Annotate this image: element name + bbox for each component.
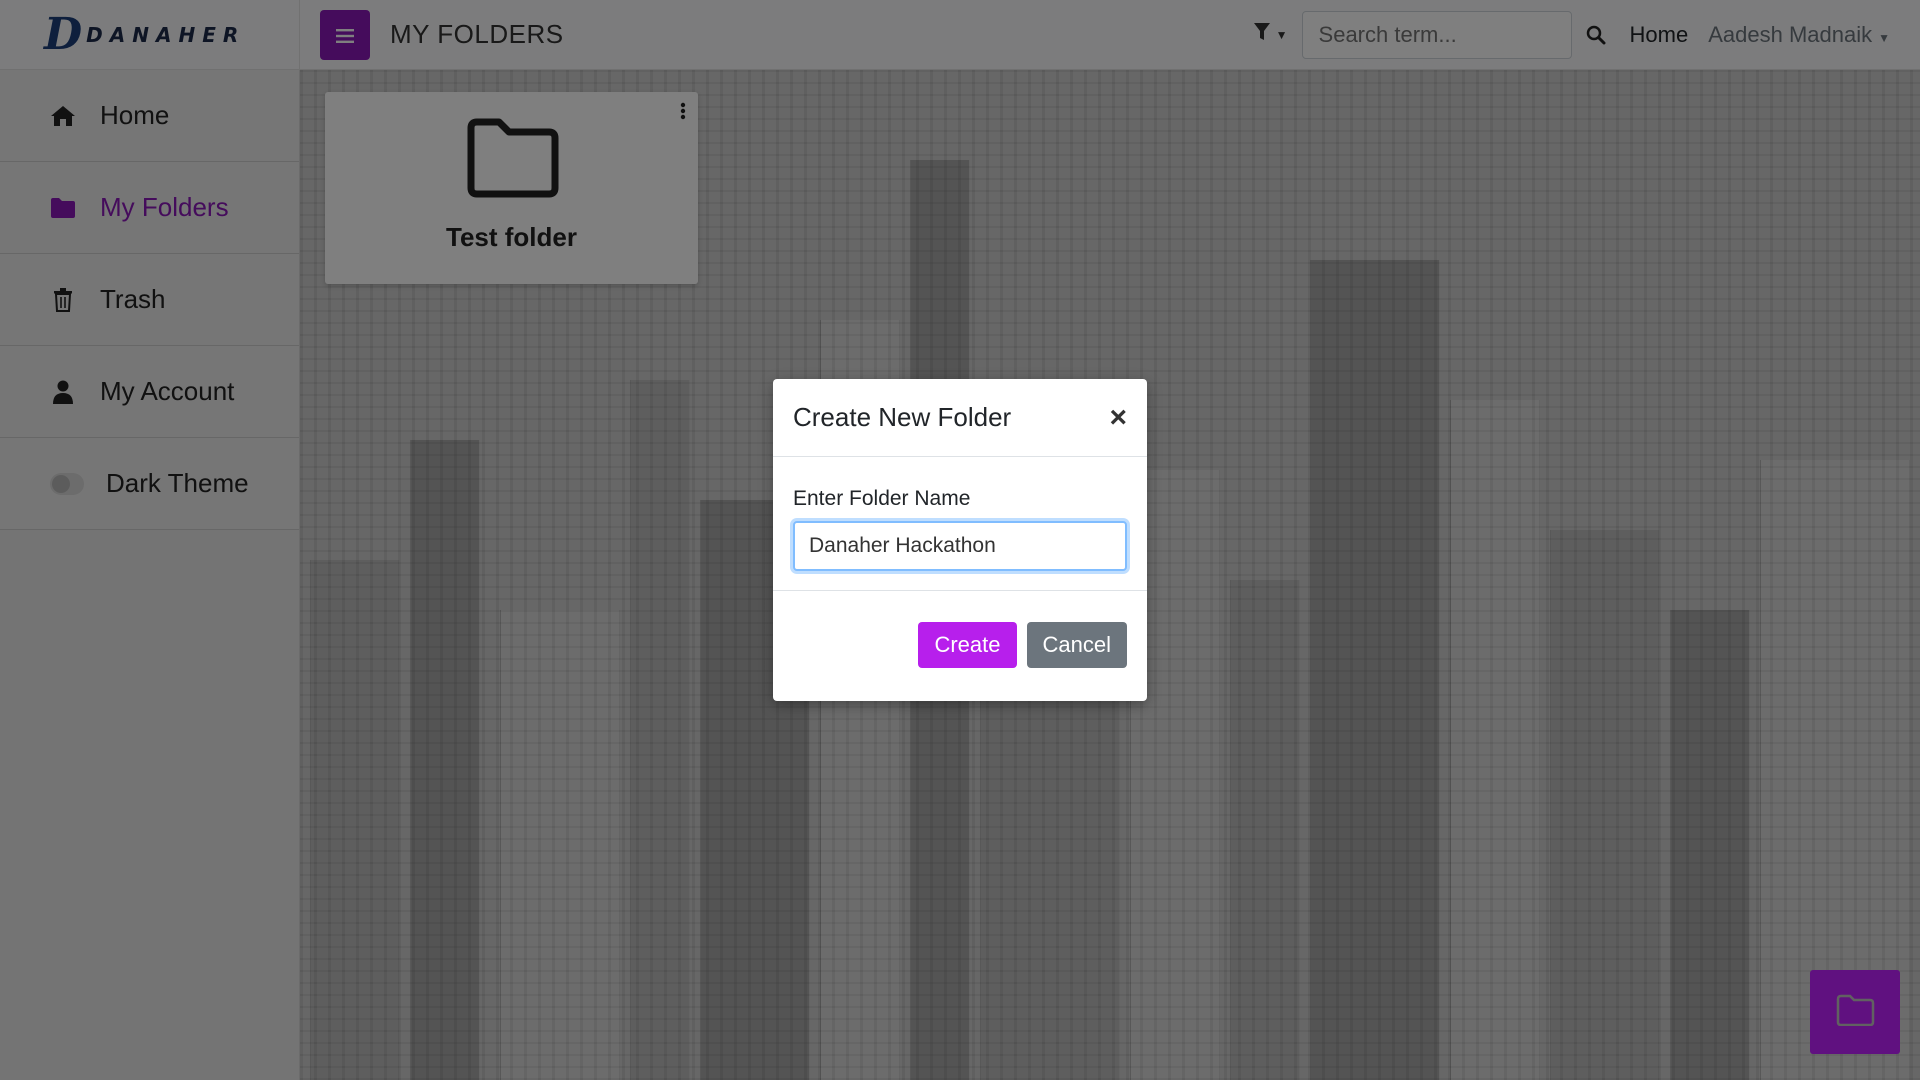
- modal-header: Create New Folder ×: [773, 379, 1147, 457]
- cancel-button[interactable]: Cancel: [1026, 622, 1127, 668]
- fab-dim: [1810, 970, 1900, 1054]
- modal-body: Enter Folder Name: [773, 457, 1147, 591]
- create-button[interactable]: Create: [918, 622, 1017, 668]
- create-folder-modal: Create New Folder × Enter Folder Name Cr…: [773, 379, 1147, 701]
- modal-title: Create New Folder: [793, 402, 1012, 432]
- close-icon[interactable]: ×: [1109, 402, 1127, 433]
- modal-footer: Create Cancel: [773, 591, 1147, 699]
- folder-name-input[interactable]: [793, 521, 1127, 571]
- folder-name-label: Enter Folder Name: [793, 487, 971, 510]
